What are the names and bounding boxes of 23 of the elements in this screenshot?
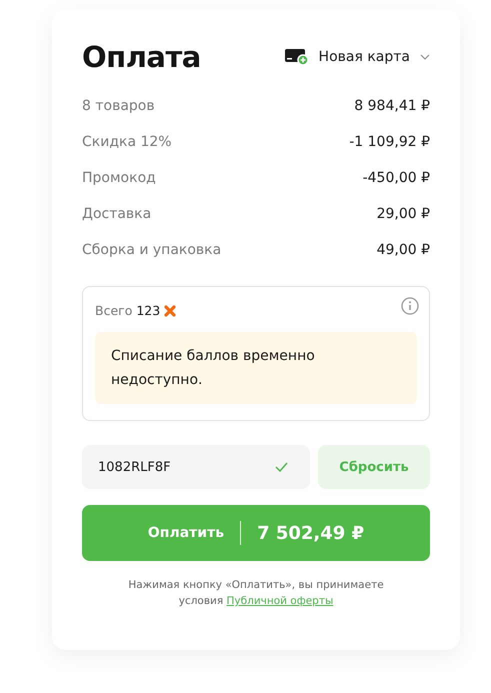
summary-label: Доставка [82,206,152,222]
reset-button[interactable]: Сбросить [318,445,430,489]
points-total: Всего 123 [95,303,160,318]
page-title: Оплата [82,40,201,74]
summary-value: 8 984,41 ₽ [354,98,430,114]
pay-button[interactable]: Оплатить 7 502,49 ₽ [82,505,430,561]
info-icon[interactable] [401,297,419,315]
summary-label: Скидка 12% [82,134,172,150]
summary-value: -450,00 ₽ [362,170,430,186]
card-add-icon [284,48,309,66]
card-selector[interactable]: Новая карта [284,48,430,66]
promo-code-field[interactable]: 1082RLF8F [82,445,310,489]
legal-text: Нажимая кнопку «Оплатить», вы принимаете условия Публичной оферты [127,578,385,609]
cross-icon [164,304,176,316]
summary-value: 49,00 ₽ [376,242,430,258]
offer-link[interactable]: Публичной оферты [226,595,334,607]
summary-label: 8 товаров [82,98,155,114]
chevron-down-icon [420,54,430,60]
summary-value: 29,00 ₽ [376,206,430,222]
notice-text: Списание баллов временно недоступно. [95,332,417,404]
summary-label: Сборка и упаковка [82,242,222,258]
summary-value: -1 109,92 ₽ [349,134,430,150]
summary-label: Промокод [82,170,156,186]
